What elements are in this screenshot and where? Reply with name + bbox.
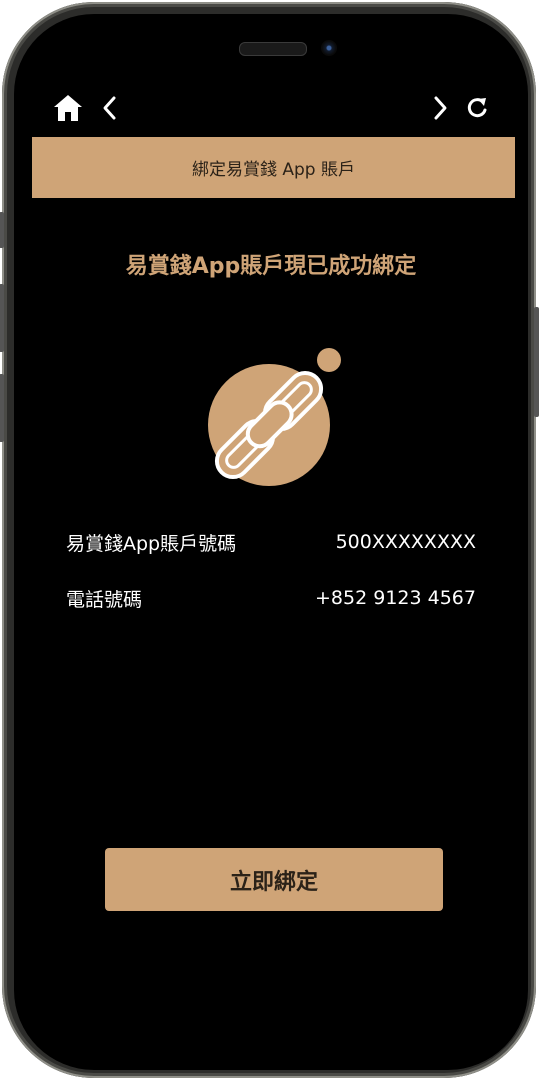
bind-now-button[interactable]: 立即綁定 [105, 848, 443, 911]
chevron-left-icon[interactable] [98, 92, 120, 124]
account-number-row: 易賞錢App賬戶號碼 500XXXXXXXX [66, 527, 476, 557]
side-button [0, 212, 4, 248]
bind-now-button-label: 立即綁定 [229, 868, 318, 894]
success-headline: 易賞錢App賬戶現已成功綁定 [125, 254, 417, 279]
phone-number-value: +852 9123 4567 [315, 587, 476, 609]
phone-number-label: 電話號碼 [66, 588, 143, 611]
chevron-right-icon[interactable] [430, 92, 452, 124]
earpiece-speaker [239, 42, 307, 56]
phone-frame: 綁定易賞錢 App 賬戶 易賞錢App賬戶現已成功綁定 易賞錢App賬戶號碼 5… [0, 2, 539, 1078]
home-icon[interactable] [52, 92, 84, 124]
screen: 綁定易賞錢 App 賬戶 易賞錢App賬戶現已成功綁定 易賞錢App賬戶號碼 5… [14, 14, 528, 1070]
account-number-label: 易賞錢App賬戶號碼 [66, 532, 237, 555]
page-title: 綁定易賞錢 App 賬戶 [191, 160, 356, 180]
refresh-icon[interactable] [464, 92, 490, 124]
power-button [534, 307, 539, 417]
front-camera [321, 40, 337, 56]
volume-up-button [0, 284, 4, 352]
volume-down-button [0, 374, 4, 442]
link-chain-icon [208, 348, 341, 486]
account-number-value: 500XXXXXXXX [335, 531, 476, 553]
phone-number-row: 電話號碼 +852 9123 4567 [66, 583, 476, 613]
header-bar: 綁定易賞錢 App 賬戶 [32, 137, 515, 198]
